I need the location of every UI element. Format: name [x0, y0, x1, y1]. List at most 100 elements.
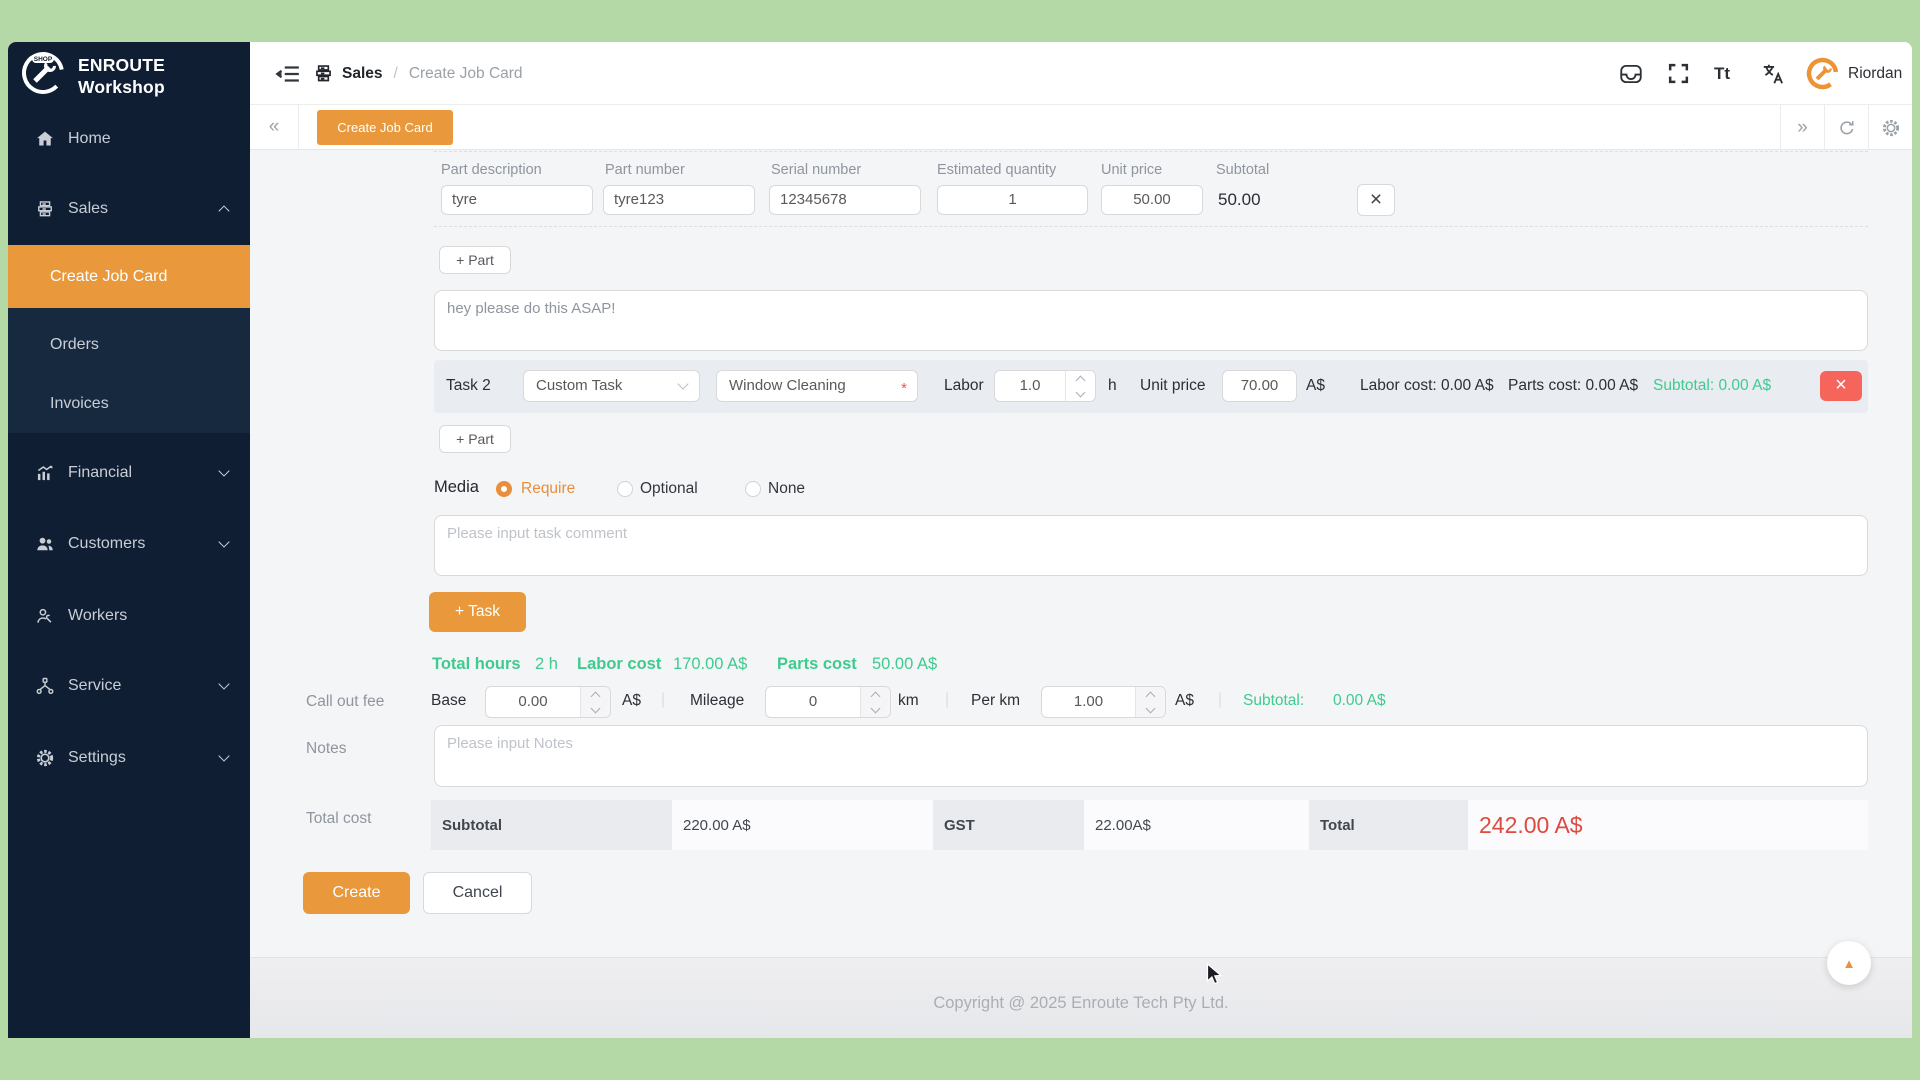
- stepper-up-icon[interactable]: [1075, 375, 1086, 385]
- copyright-text: Copyright @ 2025 Enroute Tech Pty Ltd.: [933, 994, 1229, 1012]
- tabs-scroll-right-icon[interactable]: »: [1780, 105, 1824, 150]
- financial-chart-icon: [35, 463, 55, 483]
- media-none-radio[interactable]: [745, 481, 761, 497]
- stepper-buttons[interactable]: [1065, 371, 1095, 401]
- media-require-label[interactable]: Require: [521, 480, 575, 498]
- breadcrumb-sales-icon: [313, 63, 334, 85]
- chevron-down-icon: [218, 750, 230, 762]
- callout-subtotal-label: Subtotal:: [1243, 692, 1305, 709]
- media-optional-label[interactable]: Optional: [640, 480, 698, 498]
- per-km-label: Per km: [971, 692, 1021, 709]
- stepper-up-icon[interactable]: [870, 691, 881, 701]
- breadcrumb-page: Create Job Card: [408, 64, 523, 82]
- serial-number-input[interactable]: 12345678: [769, 185, 921, 215]
- translate-icon[interactable]: [1760, 61, 1786, 87]
- media-require-radio[interactable]: [496, 481, 512, 497]
- inbox-icon[interactable]: [1618, 61, 1644, 87]
- labor-hours-stepper[interactable]: 1.0: [994, 370, 1096, 402]
- stepper-buttons[interactable]: [1135, 687, 1165, 717]
- task-labor-cost: Labor cost: 0.00 A$: [1360, 377, 1494, 394]
- notes-textarea[interactable]: [434, 725, 1868, 787]
- refresh-icon[interactable]: [1824, 105, 1868, 150]
- task-type-select[interactable]: Custom Task: [523, 370, 700, 402]
- customers-icon: [35, 534, 55, 554]
- sidebar-item-create-job-card[interactable]: Create Job Card: [8, 245, 250, 308]
- part-number-input[interactable]: tyre123: [603, 185, 755, 215]
- scroll-to-top-button[interactable]: ▲: [1827, 941, 1871, 985]
- part-description-input[interactable]: tyre: [441, 185, 593, 215]
- fullscreen-icon[interactable]: [1666, 61, 1692, 87]
- part-comment-textarea[interactable]: hey please do this ASAP!: [434, 290, 1868, 351]
- hours-unit: h: [1108, 377, 1117, 394]
- part-unit-price-input[interactable]: 50.00: [1101, 185, 1203, 215]
- estimated-quantity-input[interactable]: 1: [937, 185, 1088, 215]
- task-name-input[interactable]: Window Cleaning *: [716, 370, 918, 402]
- sidebar-item-workers[interactable]: Workers: [8, 596, 250, 636]
- top-header: Sales / Create Job Card Tt Riordan: [250, 42, 1912, 105]
- task-title: Task 2: [446, 377, 491, 394]
- sidebar-item-sales[interactable]: Sales: [8, 189, 250, 229]
- chevron-down-icon: [218, 678, 230, 690]
- chevron-down-icon: [218, 536, 230, 548]
- sidebar: SHOP ENROUTE Workshop Home Sales Create …: [8, 42, 250, 1038]
- shop-logo-icon: SHOP: [20, 50, 66, 101]
- stepper-down-icon[interactable]: [870, 703, 881, 713]
- cancel-button[interactable]: Cancel: [423, 872, 532, 914]
- add-task-button[interactable]: + Task: [429, 592, 526, 632]
- app-window: SHOP ENROUTE Workshop Home Sales Create …: [8, 42, 1912, 1038]
- base-currency: A$: [622, 692, 641, 709]
- stepper-up-icon[interactable]: [1145, 691, 1156, 701]
- mileage-unit: km: [898, 692, 919, 709]
- arrow-up-icon: ▲: [1842, 955, 1856, 971]
- delete-task-button[interactable]: ×: [1820, 371, 1862, 401]
- call-out-fee-row: Call out fee Base 0.00 A$ | Mileage 0 km…: [250, 685, 1912, 719]
- subtotal-label: Subtotal: [1216, 162, 1270, 178]
- task-unit-price-input[interactable]: 70.00: [1222, 370, 1297, 402]
- add-part-button[interactable]: + Part: [439, 246, 511, 274]
- sidebar-item-home[interactable]: Home: [8, 119, 250, 159]
- user-name[interactable]: Riordan: [1848, 42, 1902, 105]
- tab-settings-gear-icon[interactable]: [1868, 105, 1912, 150]
- create-button[interactable]: Create: [303, 872, 410, 914]
- part-number-label: Part number: [605, 162, 685, 178]
- font-size-icon[interactable]: Tt: [1714, 64, 1740, 90]
- home-icon: [35, 129, 55, 149]
- base-fee-stepper[interactable]: 0.00: [485, 686, 611, 718]
- stepper-up-icon[interactable]: [590, 691, 601, 701]
- task-row: Task 2 Custom Task Window Cleaning * Lab…: [434, 360, 1868, 413]
- media-optional-radio[interactable]: [617, 481, 633, 497]
- mileage-label: Mileage: [690, 692, 745, 709]
- add-part-button-task[interactable]: + Part: [439, 425, 511, 453]
- tabs-scroll-left-icon[interactable]: «: [250, 105, 299, 150]
- stepper-buttons[interactable]: [580, 687, 610, 717]
- mileage-stepper[interactable]: 0: [765, 686, 891, 718]
- user-avatar[interactable]: [1806, 57, 1839, 90]
- task-unit-price-label: Unit price: [1140, 377, 1206, 394]
- stepper-down-icon[interactable]: [1075, 387, 1086, 397]
- call-out-fee-label: Call out fee: [306, 693, 385, 710]
- cost-gst-header: GST: [933, 800, 1084, 850]
- callout-subtotal-value: 0.00 A$: [1333, 692, 1386, 709]
- per-km-stepper[interactable]: 1.00: [1041, 686, 1166, 718]
- stepper-buttons[interactable]: [860, 687, 890, 717]
- required-asterisk: *: [901, 380, 907, 397]
- remove-part-button[interactable]: ×: [1357, 184, 1395, 216]
- media-none-label[interactable]: None: [768, 480, 805, 498]
- chevron-down-icon: [218, 465, 230, 477]
- sidebar-item-service[interactable]: Service: [8, 666, 250, 706]
- sidebar-item-customers[interactable]: Customers: [8, 524, 250, 564]
- tab-create-job-card[interactable]: Create Job Card: [317, 110, 453, 145]
- stepper-down-icon[interactable]: [590, 703, 601, 713]
- part-subtotal-value: 50.00: [1218, 190, 1261, 209]
- stepper-down-icon[interactable]: [1145, 703, 1156, 713]
- sidebar-item-settings[interactable]: Settings: [8, 738, 250, 778]
- create-job-card-form: Part description Part number Serial numb…: [250, 150, 1912, 1038]
- task-comment-textarea[interactable]: [434, 515, 1868, 576]
- divider: |: [1218, 691, 1223, 708]
- sidebar-item-invoices[interactable]: Invoices: [8, 384, 250, 424]
- menu-fold-icon[interactable]: [275, 61, 301, 87]
- sidebar-item-financial[interactable]: Financial: [8, 453, 250, 493]
- breadcrumb-section[interactable]: Sales: [342, 65, 383, 83]
- currency-label: A$: [1306, 377, 1325, 394]
- sidebar-item-orders[interactable]: Orders: [8, 325, 250, 365]
